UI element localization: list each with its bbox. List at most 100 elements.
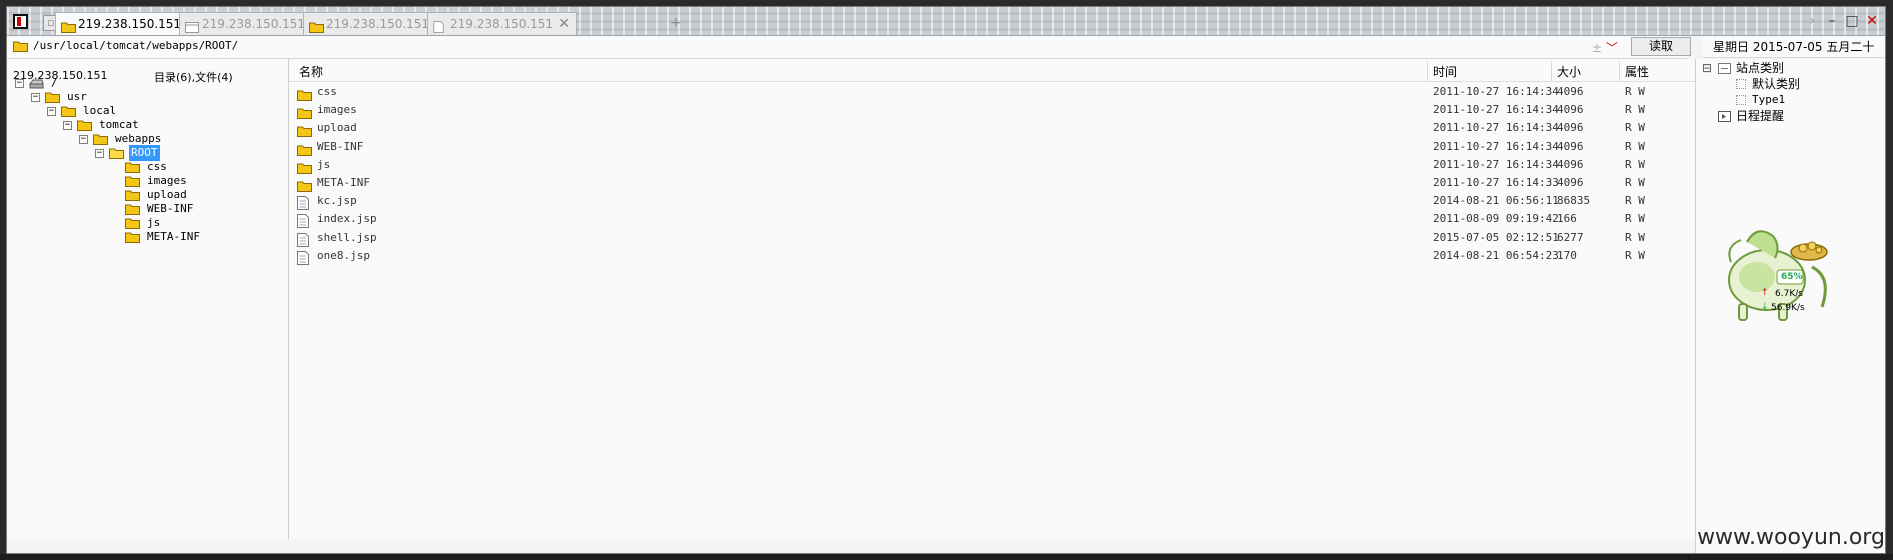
folder-icon [45, 91, 60, 103]
folder-icon [125, 231, 140, 243]
folder-open-icon [109, 147, 124, 159]
tab-label: 219.238.150.151 [78, 17, 182, 31]
next-icon[interactable]: › [1805, 13, 1819, 29]
window-controls: › – □ ✕ [1805, 13, 1879, 29]
file-name: META-INF [317, 176, 370, 189]
folder-icon [61, 18, 76, 33]
collapse-icon[interactable]: − [31, 93, 40, 102]
collapse-icon[interactable]: − [63, 121, 72, 130]
pony-mascot-icon [1728, 230, 1828, 321]
path-tools[interactable]: ± ﹀ [1592, 39, 1618, 56]
file-name: upload [317, 121, 357, 135]
file-size: 170 [1557, 248, 1577, 262]
file-icon [297, 213, 312, 229]
file-attr: R W [1625, 85, 1645, 98]
folder-icon [297, 104, 312, 120]
file-time: 2014-08-21 06:54:23 [1433, 248, 1559, 262]
upload-speed: 6.7K/s [1775, 289, 1803, 299]
taskbar-strip [0, 554, 1893, 560]
collapse-icon[interactable]: − [15, 79, 24, 88]
file-list-pane: 名称 时间 大小 属性 css 2011-10-27 16:14:34 4096 R … [289, 59, 1695, 539]
folder-icon [309, 18, 324, 33]
close-button[interactable]: ✕ [1865, 13, 1879, 29]
folder-icon [125, 161, 140, 173]
drive-icon [29, 77, 44, 89]
file-attr: R W [1625, 230, 1645, 244]
column-header-attr[interactable]: 属性 [1625, 63, 1649, 80]
checkbox-icon[interactable] [1736, 95, 1746, 105]
file-size: 4096 [1557, 121, 1584, 135]
file-time: 2011-10-27 16:14:34 [1433, 121, 1559, 135]
folder-icon [297, 159, 312, 174]
path-input[interactable] [33, 39, 1533, 52]
category-expander[interactable]: ⊟ [1702, 61, 1712, 75]
tab-4[interactable]: 219.238.150.151 ✕ [427, 12, 577, 35]
file-time: 2015-07-05 02:12:51 [1433, 230, 1559, 244]
file-icon [297, 195, 312, 211]
file-attr: R W [1625, 212, 1645, 226]
file-attr: R W [1625, 103, 1645, 117]
add-tab-button[interactable]: + [670, 15, 682, 31]
file-name: js [317, 157, 331, 171]
folder-icon [297, 141, 312, 156]
tree-node-label[interactable]: META-INF [145, 229, 202, 245]
folder-icon [297, 177, 312, 192]
column-header-name[interactable]: 名称 [299, 63, 323, 80]
folder-icon [125, 203, 140, 215]
file-attr: R W [1625, 248, 1645, 262]
file-size: 4096 [1557, 139, 1584, 153]
percent-label: 65% [1781, 272, 1803, 282]
read-button[interactable]: 读取 [1631, 37, 1691, 56]
checkbox-icon[interactable] [1736, 79, 1746, 89]
directory-tree-pane: 219.238.150.151 目录(6),文件(4) − / − usr − local… [7, 59, 289, 539]
schedule-label[interactable]: 日程提醒 [1736, 109, 1784, 123]
category-icon [1718, 63, 1731, 74]
collapse-icon[interactable]: − [79, 135, 88, 144]
title-bar: ▫ 219.238.150.151✕219.238.150.151✕219.23… [7, 7, 1885, 36]
network-monitor-widget[interactable]: 65% ↑ 6.7K/s ↓ 56.9K/s [1717, 222, 1837, 332]
download-arrow-icon: ↓ [1761, 302, 1769, 312]
file-time: 2011-10-27 16:14:33 [1433, 176, 1559, 189]
address-bar: ± ﹀ 读取 [7, 36, 1691, 59]
file-time: 2011-10-27 16:14:34 [1433, 85, 1559, 98]
file-time: 2014-08-21 06:56:11 [1433, 194, 1559, 208]
minimize-button[interactable]: – [1825, 13, 1839, 29]
column-divider[interactable] [1551, 61, 1552, 81]
column-divider[interactable] [1427, 61, 1428, 81]
item-count: 目录(6),文件(4) [154, 71, 233, 84]
table-row[interactable]: one8.jsp 2014-08-21 06:54:23 170 R W [289, 245, 1695, 267]
collapse-icon[interactable]: − [95, 149, 104, 158]
collapse-icon[interactable]: − [47, 107, 56, 116]
calendar-icon [1718, 111, 1731, 122]
file-attr: R W [1625, 176, 1645, 189]
file-attr: R W [1625, 139, 1645, 153]
file-time: 2011-10-27 16:14:34 [1433, 157, 1559, 171]
app-logo-icon[interactable] [13, 14, 28, 29]
file-size: 6277 [1557, 230, 1584, 244]
folder-icon [125, 175, 140, 187]
folder-icon [13, 41, 28, 52]
file-size: 4096 [1557, 103, 1584, 117]
file-icon [297, 250, 312, 265]
column-header-time[interactable]: 时间 [1433, 63, 1457, 80]
folder-icon [77, 119, 92, 131]
watermark: www.wooyun.org [1697, 525, 1885, 550]
file-name: kc.jsp [317, 194, 357, 208]
date-display: 星期日 2015-07-05 五月二十 [1703, 36, 1885, 58]
site-category-label[interactable]: 站点类别 [1736, 61, 1784, 75]
maximize-button[interactable]: □ [1845, 13, 1859, 29]
column-header-size[interactable]: 大小 [1557, 63, 1581, 80]
file-attr: R W [1625, 157, 1645, 171]
terminal-icon [185, 18, 199, 33]
upload-arrow-icon: ↑ [1761, 288, 1769, 298]
column-divider[interactable] [1619, 61, 1620, 81]
app-window: ▫ 219.238.150.151✕219.238.150.151✕219.23… [6, 6, 1886, 554]
default-category-label[interactable]: 默认类别 [1752, 77, 1800, 91]
chevron-down-icon[interactable]: ﹀ [1606, 41, 1618, 55]
tree-node-label[interactable]: / [49, 75, 60, 91]
plus-minus-icon[interactable]: ± [1592, 41, 1606, 55]
type1-label[interactable]: Type1 [1752, 93, 1785, 107]
tab-close-icon[interactable]: ✕ [558, 13, 570, 35]
file-size: 4096 [1557, 85, 1584, 98]
document-icon [433, 18, 447, 33]
